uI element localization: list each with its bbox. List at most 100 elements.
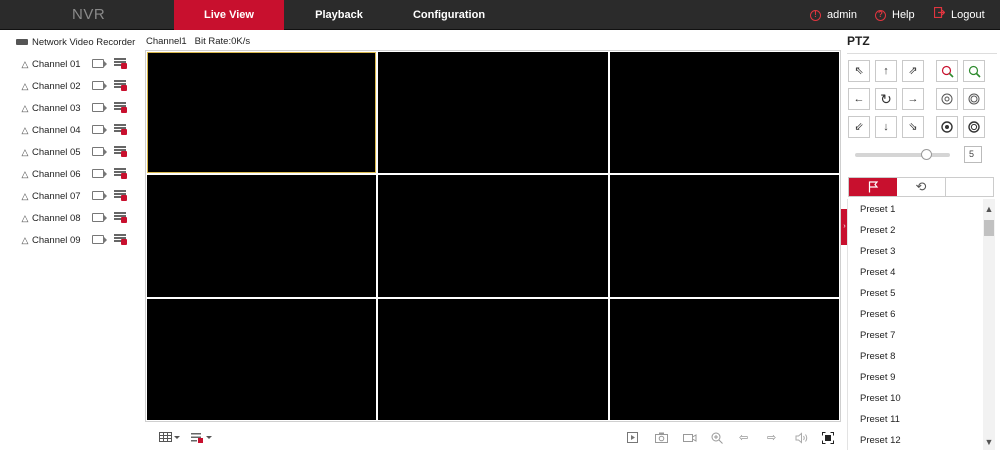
record-icon[interactable]	[683, 432, 697, 444]
preset-item[interactable]: Preset 1	[848, 199, 983, 220]
channel-item[interactable]: △ Channel 04	[20, 121, 140, 139]
channel-item[interactable]: △ Channel 09	[20, 231, 140, 249]
focus-near-button[interactable]	[936, 88, 958, 110]
channel-item[interactable]: △ Channel 07	[20, 187, 140, 205]
camera-icon[interactable]	[92, 125, 107, 134]
recorder-icon	[16, 39, 28, 46]
recording-icon[interactable]	[114, 80, 127, 91]
preset-scrollbar[interactable]: ▲ ▼	[983, 199, 995, 450]
stream-type-icon[interactable]	[191, 432, 213, 444]
preset-item[interactable]: Preset 3	[848, 241, 983, 262]
video-cell[interactable]	[609, 52, 839, 174]
recording-icon[interactable]	[114, 212, 127, 223]
iris-open-icon	[968, 121, 980, 133]
iris-close-icon	[941, 121, 953, 133]
iris-close-button[interactable]	[936, 116, 958, 138]
preset-item[interactable]: Preset 12	[848, 430, 983, 450]
channel-item[interactable]: △ Channel 05	[20, 143, 140, 161]
tab-presets[interactable]	[849, 178, 897, 196]
recording-icon[interactable]	[114, 190, 127, 201]
channel-item[interactable]: △ Channel 08	[20, 209, 140, 227]
preset-item[interactable]: Preset 10	[848, 388, 983, 409]
camera-icon[interactable]	[92, 147, 107, 156]
ptz-down-left-button[interactable]: ⇙	[848, 116, 870, 138]
recording-icon[interactable]	[114, 102, 127, 113]
recording-icon[interactable]	[114, 124, 127, 135]
channel-sidebar: Network Video Recorder △ Channel 01 △ Chann…	[0, 31, 145, 450]
camera-icon[interactable]	[92, 59, 107, 68]
preset-item[interactable]: Preset 5	[848, 283, 983, 304]
logout-link[interactable]: Logout	[933, 0, 985, 30]
tab-cruise[interactable]: ⟲	[897, 178, 945, 196]
layout-grid-icon[interactable]	[159, 432, 181, 444]
next-icon[interactable]: ⇨	[767, 432, 776, 444]
channel-item[interactable]: △ Channel 01	[20, 55, 140, 73]
ptz-auto-scan-button[interactable]: ↻	[875, 88, 897, 110]
preset-item[interactable]: Preset 2	[848, 220, 983, 241]
ptz-down-right-button[interactable]: ⇘	[902, 116, 924, 138]
video-cell[interactable]	[378, 175, 608, 297]
previous-icon[interactable]: ⇦	[739, 432, 748, 444]
ptz-left-button[interactable]: ←	[848, 88, 870, 110]
scroll-thumb[interactable]	[984, 220, 994, 236]
recording-icon[interactable]	[114, 58, 127, 69]
help-link[interactable]: ? Help	[875, 0, 915, 30]
scroll-down-icon[interactable]: ▼	[983, 436, 995, 448]
tab-playback[interactable]: Playback	[296, 0, 382, 30]
video-cell[interactable]	[147, 52, 377, 174]
user-menu[interactable]: ! admin	[810, 0, 857, 30]
fullscreen-icon[interactable]	[822, 432, 834, 444]
video-cell[interactable]	[378, 298, 608, 420]
recording-icon[interactable]	[114, 234, 127, 245]
preset-item[interactable]: Preset 6	[848, 304, 983, 325]
tree-node-icon: △	[21, 125, 29, 135]
camera-icon[interactable]	[92, 213, 107, 222]
camera-icon[interactable]	[92, 191, 107, 200]
device-node[interactable]: Network Video Recorder	[16, 37, 135, 48]
snapshot-icon[interactable]	[655, 432, 668, 444]
preset-item[interactable]: Preset 9	[848, 367, 983, 388]
camera-icon[interactable]	[92, 103, 107, 112]
camera-icon[interactable]	[92, 81, 107, 90]
tab-empty[interactable]	[945, 178, 993, 196]
channel-label: Channel 06	[32, 169, 81, 180]
video-cell[interactable]	[609, 175, 839, 297]
tab-live-view[interactable]: Live View	[174, 0, 284, 30]
ptz-speed-value[interactable]: 5	[964, 146, 982, 163]
preset-item[interactable]: Preset 4	[848, 262, 983, 283]
focus-far-button[interactable]	[963, 88, 985, 110]
ptz-up-button[interactable]: ↑	[875, 60, 897, 82]
camera-icon[interactable]	[92, 169, 107, 178]
ptz-speed-slider[interactable]	[855, 149, 950, 160]
channel-item[interactable]: △ Channel 06	[20, 165, 140, 183]
zoom-in-icon[interactable]	[711, 432, 723, 444]
preset-item[interactable]: Preset 8	[848, 346, 983, 367]
stream-status: Channel1 Bit Rate:0K/s	[146, 36, 258, 47]
video-cell[interactable]	[147, 175, 377, 297]
preset-item[interactable]: Preset 7	[848, 325, 983, 346]
video-cell[interactable]	[147, 298, 377, 420]
slider-handle[interactable]	[921, 149, 933, 160]
ptz-up-right-button[interactable]: ⇗	[902, 60, 924, 82]
ptz-right-button[interactable]: →	[902, 88, 924, 110]
tab-configuration[interactable]: Configuration	[400, 0, 498, 30]
iris-open-button[interactable]	[963, 116, 985, 138]
video-cell[interactable]	[609, 298, 839, 420]
logout-icon	[933, 0, 946, 30]
channel-item[interactable]: △ Channel 03	[20, 99, 140, 117]
play-icon[interactable]	[627, 432, 639, 444]
zoom-out-button[interactable]	[936, 60, 958, 82]
audio-icon[interactable]	[795, 432, 808, 444]
camera-icon[interactable]	[92, 235, 107, 244]
recording-icon[interactable]	[114, 168, 127, 179]
scroll-up-icon[interactable]: ▲	[983, 203, 995, 215]
ptz-down-button[interactable]: ↓	[875, 116, 897, 138]
ptz-up-left-button[interactable]: ⇖	[848, 60, 870, 82]
video-cell[interactable]	[378, 52, 608, 174]
zoom-in-button[interactable]	[963, 60, 985, 82]
recording-icon[interactable]	[114, 146, 127, 157]
channel-item[interactable]: △ Channel 02	[20, 77, 140, 95]
flag-icon	[868, 181, 878, 193]
brand-logo: NVR	[72, 6, 106, 23]
preset-item[interactable]: Preset 11	[848, 409, 983, 430]
